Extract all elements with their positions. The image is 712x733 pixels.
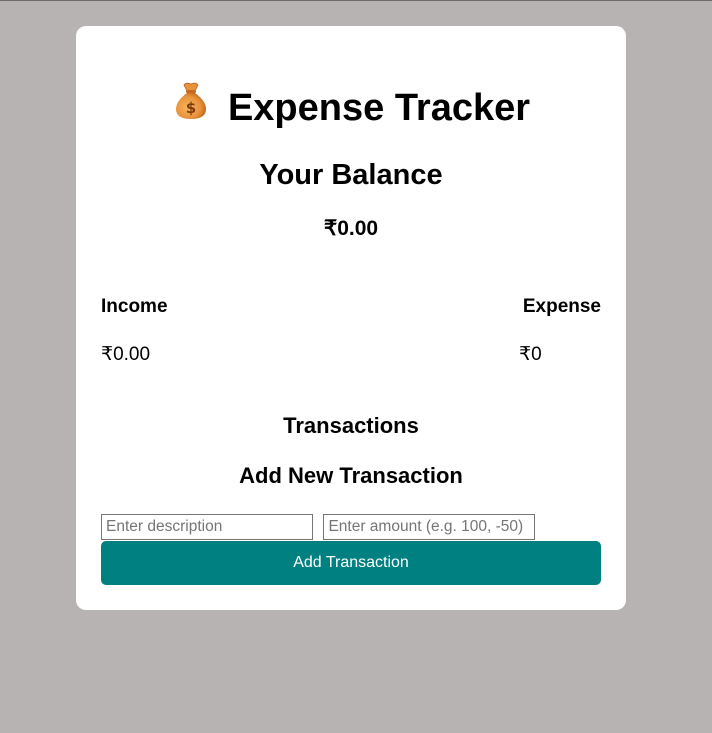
transaction-inputs <box>101 514 601 540</box>
expense-amount: ₹0 <box>519 344 542 365</box>
money-bag-icon: $ <box>172 81 210 133</box>
add-transaction-heading: Add New Transaction <box>239 463 463 488</box>
income-label: Income <box>101 296 168 317</box>
transactions-heading: Transactions <box>283 413 419 438</box>
balance-heading: Your Balance <box>259 159 443 191</box>
description-input[interactable] <box>101 514 313 540</box>
balance-amount: ₹0.00 <box>323 217 379 240</box>
app-title-text: Expense Tracker <box>227 87 531 130</box>
svg-text:$: $ <box>186 99 196 117</box>
amount-input[interactable] <box>323 514 536 540</box>
income-amount: ₹0.00 <box>101 344 151 365</box>
expense-tracker-card: $ Expense Tracker Your Balance ₹0.00 Inc… <box>76 26 626 610</box>
app-title: $ Expense Tracker <box>76 81 626 136</box>
expense-label: Expense <box>522 296 601 317</box>
add-transaction-button[interactable]: Add Transaction <box>101 541 601 585</box>
